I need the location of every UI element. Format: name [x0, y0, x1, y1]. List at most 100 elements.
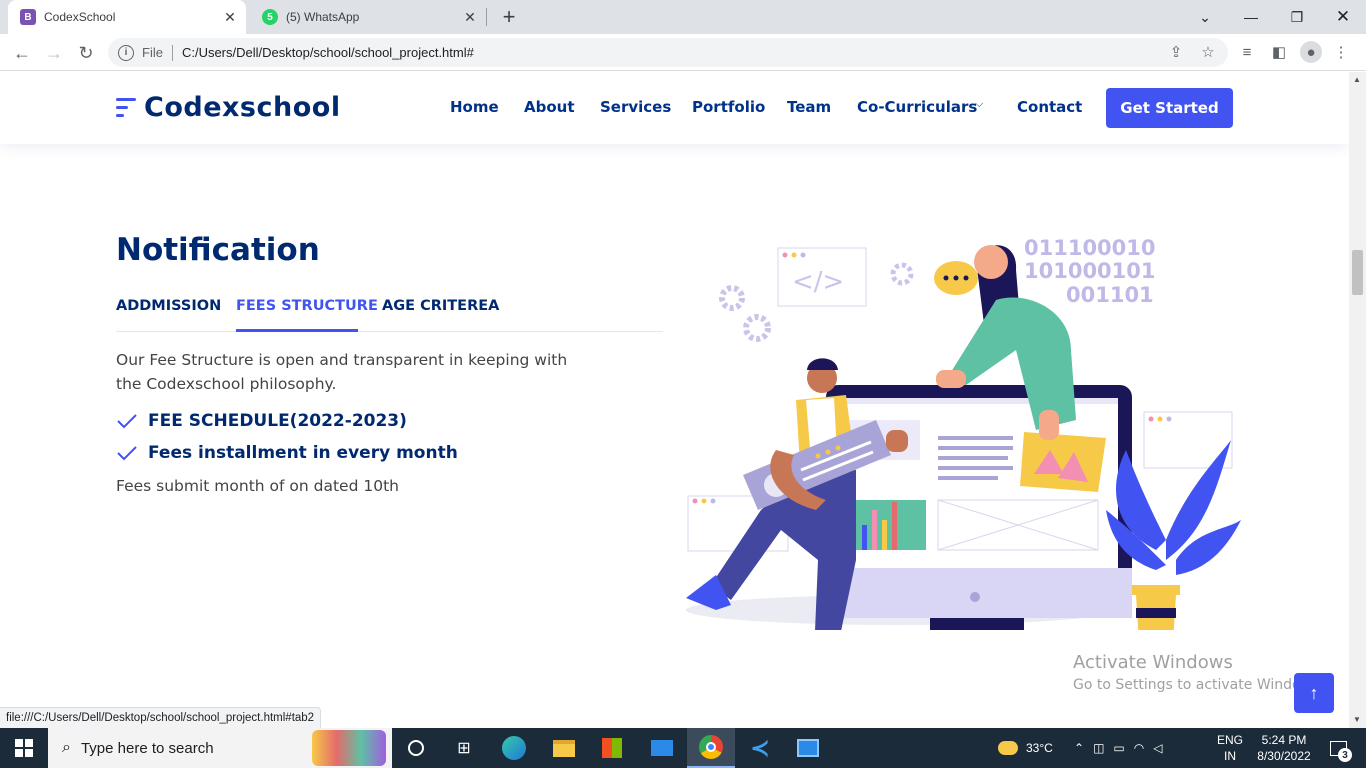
brand-name: Codexschool — [144, 92, 341, 123]
fee-description: Our Fee Structure is open and transparen… — [116, 351, 568, 393]
cortana-ring-icon — [408, 740, 424, 756]
site-info-icon[interactable]: i — [118, 44, 134, 61]
chevron-down-icon: ⌵ — [975, 98, 984, 110]
list-item-label: FEE SCHEDULE(2022-2023) — [148, 411, 407, 431]
clock-date: 8/30/2022 — [1257, 749, 1311, 763]
system-tray-icons[interactable]: ⌃ ◫ ▭ ◠ ◁ — [1074, 728, 1171, 768]
whatsapp-favicon-icon: 5 — [262, 9, 278, 25]
mail-app[interactable] — [638, 728, 686, 768]
wifi-icon[interactable]: ◠ — [1134, 741, 1153, 755]
back-to-top-button[interactable]: ↑ — [1294, 673, 1334, 713]
store-app[interactable] — [588, 728, 636, 768]
scroll-up-arrow-icon[interactable]: ▲ — [1353, 75, 1361, 84]
binary-line: 011100010 — [1024, 236, 1156, 260]
active-tab-indicator — [236, 329, 358, 332]
arrow-up-icon: ↑ — [1309, 682, 1319, 703]
scrollbar-thumb[interactable] — [1352, 250, 1363, 295]
tab-fees-structure[interactable]: FEES STRUCTURE — [236, 298, 378, 314]
nav-portfolio[interactable]: Portfolio — [692, 98, 765, 116]
list-item: Fees installment in every month — [116, 443, 458, 463]
bookmark-star-icon[interactable]: ☆ — [1197, 41, 1219, 63]
taskbar-search-box[interactable]: ⌕ Type here to search — [48, 728, 392, 768]
clock-time: 5:24 PM — [1261, 733, 1307, 747]
list-item: FEE SCHEDULE(2022-2023) — [116, 411, 407, 431]
reading-list-icon[interactable]: ≡ — [1236, 41, 1258, 63]
tab-admission[interactable]: ADDMISSION — [116, 298, 221, 314]
link-status-bar: file:///C:/Users/Dell/Desktop/school/sch… — [0, 707, 322, 728]
new-tab-button[interactable]: + — [497, 4, 521, 29]
url-text[interactable]: C:/Users/Dell/Desktop/school/school_proj… — [182, 45, 474, 60]
check-icon — [117, 446, 137, 461]
activate-windows-watermark: Activate Windows Go to Settings to activ… — [1073, 652, 1324, 693]
nav-team[interactable]: Team — [787, 98, 831, 116]
taskbar-clock[interactable]: 5:24 PM 8/30/2022 — [1252, 732, 1316, 764]
nav-home[interactable]: Home — [450, 98, 499, 116]
share-icon[interactable]: ⇪ — [1165, 41, 1187, 63]
forward-button[interactable]: → — [40, 39, 68, 67]
watermark-title: Activate Windows — [1073, 652, 1233, 673]
nav-about[interactable]: About — [524, 98, 575, 116]
task-view-icon: ⊞ — [457, 740, 471, 757]
network-icon[interactable]: ◫ — [1093, 741, 1113, 755]
vscode-icon: ≺ — [749, 734, 771, 762]
weather-temp: 33°C — [1026, 741, 1053, 755]
weather-widget[interactable]: 33°C — [998, 728, 1053, 768]
region-code: IN — [1224, 749, 1236, 763]
edge-app[interactable] — [490, 728, 538, 768]
omnibox-divider — [171, 44, 173, 61]
close-window-button[interactable]: ✕ — [1320, 0, 1366, 34]
get-started-button[interactable]: Get Started — [1106, 88, 1233, 128]
menu-kebab-icon[interactable]: ⋮ — [1330, 41, 1352, 63]
battery-icon[interactable]: ▭ — [1113, 741, 1133, 755]
profile-avatar-icon[interactable]: ● — [1300, 41, 1322, 63]
nav-contact[interactable]: Contact — [1017, 98, 1082, 116]
site-logo[interactable]: Codexschool — [116, 92, 341, 123]
site-header: Codexschool Home About Services Portfoli… — [0, 72, 1349, 144]
chevron-up-icon[interactable]: ⌃ — [1074, 741, 1093, 755]
search-icon: ⌕ — [62, 739, 71, 756]
minimize-button[interactable]: — — [1228, 0, 1274, 34]
tab-codexschool[interactable]: B CodexSchool ✕ — [8, 0, 246, 34]
side-panel-icon[interactable]: ◧ — [1268, 41, 1290, 63]
input-language[interactable]: ENG IN — [1212, 732, 1248, 764]
search-placeholder: Type here to search — [80, 739, 214, 757]
back-button[interactable]: ← — [8, 39, 36, 67]
tab-search-chevron-icon[interactable]: ⌄ — [1182, 0, 1228, 34]
task-view-button[interactable]: ⊞ — [440, 728, 488, 768]
search-highlight-image — [312, 730, 386, 766]
binary-line: 101000101 — [1024, 259, 1156, 283]
close-tab-icon[interactable]: ✕ — [220, 7, 240, 27]
check-icon — [117, 414, 137, 429]
page-viewport: Codexschool Home About Services Portfoli… — [0, 72, 1349, 728]
cortana-button[interactable] — [392, 728, 440, 768]
nav-co-curriculars[interactable]: Co-Curriculars — [857, 98, 977, 116]
tab-whatsapp[interactable]: 5 (5) WhatsApp ✕ — [250, 0, 486, 34]
chrome-icon — [699, 735, 723, 759]
svg-text:</>: </> — [792, 267, 844, 297]
folder-icon — [553, 739, 575, 757]
close-tab-icon[interactable]: ✕ — [460, 7, 480, 27]
restore-button[interactable]: ❐ — [1274, 0, 1320, 34]
volume-icon[interactable]: ◁ — [1153, 741, 1171, 755]
reload-button[interactable]: ↻ — [72, 39, 100, 67]
tab-separator — [486, 8, 487, 26]
notification-count-badge: 3 — [1338, 748, 1352, 762]
start-button[interactable] — [0, 728, 48, 768]
mail-icon — [651, 740, 673, 756]
nav-services[interactable]: Services — [600, 98, 671, 116]
file-explorer-app[interactable] — [540, 728, 588, 768]
photos-app[interactable] — [784, 728, 832, 768]
photos-icon — [797, 739, 819, 757]
tab-title: CodexSchool — [44, 10, 116, 24]
vscode-app[interactable]: ≺ — [736, 728, 784, 768]
page-scrollbar[interactable]: ▲ ▼ — [1349, 72, 1366, 728]
tab-age-criteria[interactable]: AGE CRITEREA — [382, 298, 499, 314]
notifications-button[interactable]: 3 — [1326, 728, 1352, 768]
list-item-label: Fees installment in every month — [148, 443, 458, 463]
windows-taskbar: ⌕ Type here to search ⊞ ≺ 33°C ⌃ ◫ ▭ ◠ ◁… — [0, 728, 1366, 768]
notification-tabs: ADDMISSION FEES STRUCTURE AGE CRITEREA — [116, 296, 663, 332]
address-bar[interactable]: i File C:/Users/Dell/Desktop/school/scho… — [108, 38, 1228, 67]
scheme-label: File — [142, 45, 163, 60]
chrome-app[interactable] — [687, 728, 735, 768]
scroll-down-arrow-icon[interactable]: ▼ — [1353, 715, 1361, 724]
